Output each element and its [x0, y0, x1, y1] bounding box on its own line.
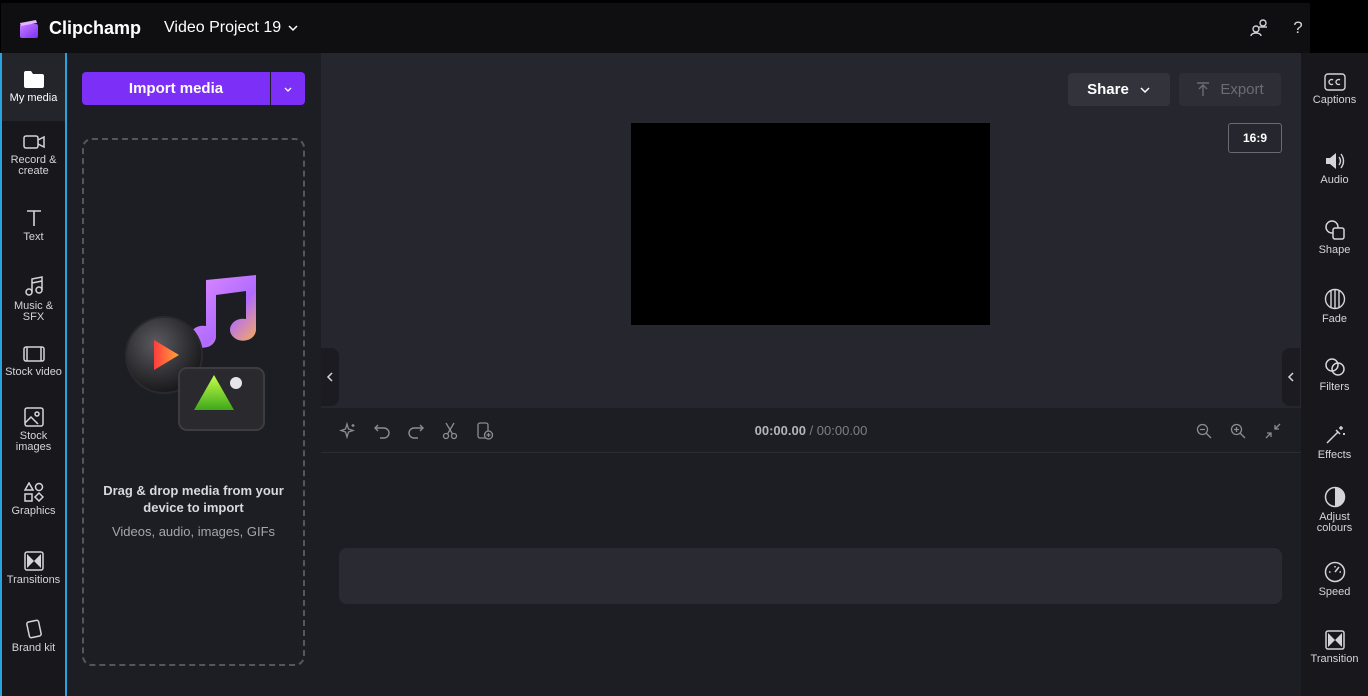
sidebar-item-label: Speed: [1318, 586, 1351, 598]
fade-icon: [1324, 288, 1345, 310]
sidebar-item-transition[interactable]: Transition: [1301, 630, 1368, 665]
speedometer-icon: [1324, 561, 1345, 583]
sidebar-item-label: Effects: [1317, 449, 1352, 461]
shape-icon: [1324, 220, 1345, 240]
sidebar-item-label: Adjust colours: [1316, 511, 1353, 534]
speaker-icon: [1325, 153, 1344, 169]
help-icon[interactable]: ?: [1287, 17, 1309, 39]
timecode-display: 00:00.00 / 00:00.00: [321, 423, 1301, 438]
sidebar-item-label: Filters: [1319, 381, 1350, 393]
image-icon: [23, 407, 44, 427]
sidebar-item-label: Fade: [1321, 313, 1348, 325]
account-switch-icon[interactable]: [1248, 17, 1270, 39]
media-panel: Import media Drag & drop media from your…: [67, 53, 321, 696]
current-time: 00:00.00: [754, 423, 806, 438]
brand-kit-icon: [25, 619, 42, 639]
sidebar-item-graphics[interactable]: Graphics: [2, 482, 65, 530]
camera-icon: [22, 135, 45, 149]
sidebar-item-my-media[interactable]: My media: [2, 53, 65, 121]
sidebar-item-label: Captions: [1312, 94, 1357, 106]
sidebar-item-music-sfx[interactable]: Music & SFX: [2, 275, 65, 323]
sidebar-item-label: My media: [9, 92, 58, 104]
import-options-dropdown[interactable]: [271, 72, 305, 105]
sidebar-item-label: Music & SFX: [13, 300, 54, 323]
clipchamp-logo-icon: [20, 20, 38, 38]
sidebar-item-shape[interactable]: Shape: [1301, 219, 1368, 256]
sidebar-item-stock-images[interactable]: Stock images: [2, 407, 65, 467]
share-button[interactable]: Share: [1068, 73, 1170, 106]
app-window: Clipchamp Video Project 19 ? My media Re…: [0, 0, 1368, 696]
fit-to-screen-icon[interactable]: [1262, 420, 1284, 442]
dropzone-title: Drag & drop media from your device to im…: [103, 483, 284, 515]
chevron-left-icon: [1287, 372, 1294, 382]
sidebar-item-record-create[interactable]: Record & create: [2, 133, 65, 193]
zoom-out-icon[interactable]: [1193, 420, 1215, 442]
project-title-dropdown[interactable]: Video Project 19: [164, 19, 299, 37]
film-icon: [22, 346, 45, 362]
aspect-ratio-button[interactable]: 16:9: [1228, 123, 1282, 153]
media-dropzone[interactable]: Drag & drop media from your device to im…: [82, 138, 305, 666]
transition-icon: [1324, 630, 1345, 650]
timeline-track[interactable]: [339, 548, 1282, 604]
sidebar-item-label: Audio: [1320, 174, 1349, 186]
media-illustration-icon: [125, 275, 265, 431]
top-bar-edge: [1310, 3, 1368, 53]
chevron-down-icon: [288, 25, 298, 32]
captions-icon: [1323, 73, 1346, 91]
text-icon: [26, 210, 41, 226]
sidebar-item-label: Text: [23, 231, 44, 243]
sidebar-item-stock-video[interactable]: Stock video: [2, 345, 65, 393]
magic-wand-icon: [1325, 426, 1345, 444]
sidebar-item-speed[interactable]: Speed: [1301, 561, 1368, 598]
chevron-down-icon: [284, 87, 292, 92]
export-button[interactable]: Export: [1179, 73, 1281, 106]
sidebar-item-adjust-colours[interactable]: Adjust colours: [1301, 486, 1368, 534]
project-title: Video Project 19: [164, 19, 282, 36]
sidebar-item-label: Record & create: [10, 154, 57, 177]
sidebar-item-label: Stock images: [15, 430, 52, 453]
right-sidebar: Captions Audio Shape Fade Filters Effect…: [1301, 53, 1368, 696]
sidebar-item-label: Stock video: [5, 366, 62, 378]
sidebar-item-text[interactable]: Text: [2, 208, 65, 256]
folder-icon: [23, 71, 44, 88]
time-separator: /: [805, 423, 817, 438]
chevron-down-icon: [1140, 86, 1150, 93]
export-label: Export: [1220, 81, 1264, 98]
music-icon: [24, 276, 43, 296]
shapes-icon: [23, 482, 44, 502]
filters-icon: [1324, 358, 1345, 376]
sidebar-item-audio[interactable]: Audio: [1301, 151, 1368, 186]
contrast-icon: [1324, 486, 1345, 508]
chevron-left-icon: [326, 372, 333, 382]
sidebar-item-label: Brand kit: [11, 642, 56, 654]
sidebar-item-filters[interactable]: Filters: [1301, 356, 1368, 393]
top-bar: Clipchamp Video Project 19 ?: [1, 3, 1310, 53]
share-label: Share: [1087, 81, 1129, 98]
total-time: 00:00.00: [816, 423, 868, 438]
sidebar-item-label: Transitions: [6, 574, 61, 586]
collapse-right-panel-button[interactable]: [1282, 348, 1300, 406]
left-sidebar: My media Record & create Text Music & SF…: [0, 53, 67, 696]
preview-stage: Share Export 16:9: [321, 53, 1301, 408]
sidebar-item-captions[interactable]: Captions: [1301, 73, 1368, 106]
sidebar-item-label: Shape: [1318, 244, 1351, 256]
collapse-left-panel-button[interactable]: [321, 348, 339, 406]
video-preview[interactable]: [631, 123, 990, 325]
brand-name: Clipchamp: [49, 18, 142, 38]
timeline-toolbar: 00:00.00 / 00:00.00: [321, 408, 1301, 453]
sidebar-item-effects[interactable]: Effects: [1301, 424, 1368, 461]
sidebar-item-transitions[interactable]: Transitions: [2, 551, 65, 599]
sidebar-item-brand-kit[interactable]: Brand kit: [2, 619, 65, 667]
import-media-button[interactable]: Import media: [82, 72, 270, 105]
sidebar-item-label: Transition: [1310, 653, 1359, 665]
timeline-panel: 00:00.00 / 00:00.00: [321, 408, 1301, 696]
sidebar-item-fade[interactable]: Fade: [1301, 288, 1368, 325]
sidebar-item-label: Graphics: [11, 505, 56, 517]
zoom-in-icon[interactable]: [1227, 420, 1249, 442]
dropzone-subtitle: Videos, audio, images, GIFs: [111, 524, 276, 539]
transition-icon: [23, 551, 44, 571]
upload-icon: [1197, 81, 1210, 96]
